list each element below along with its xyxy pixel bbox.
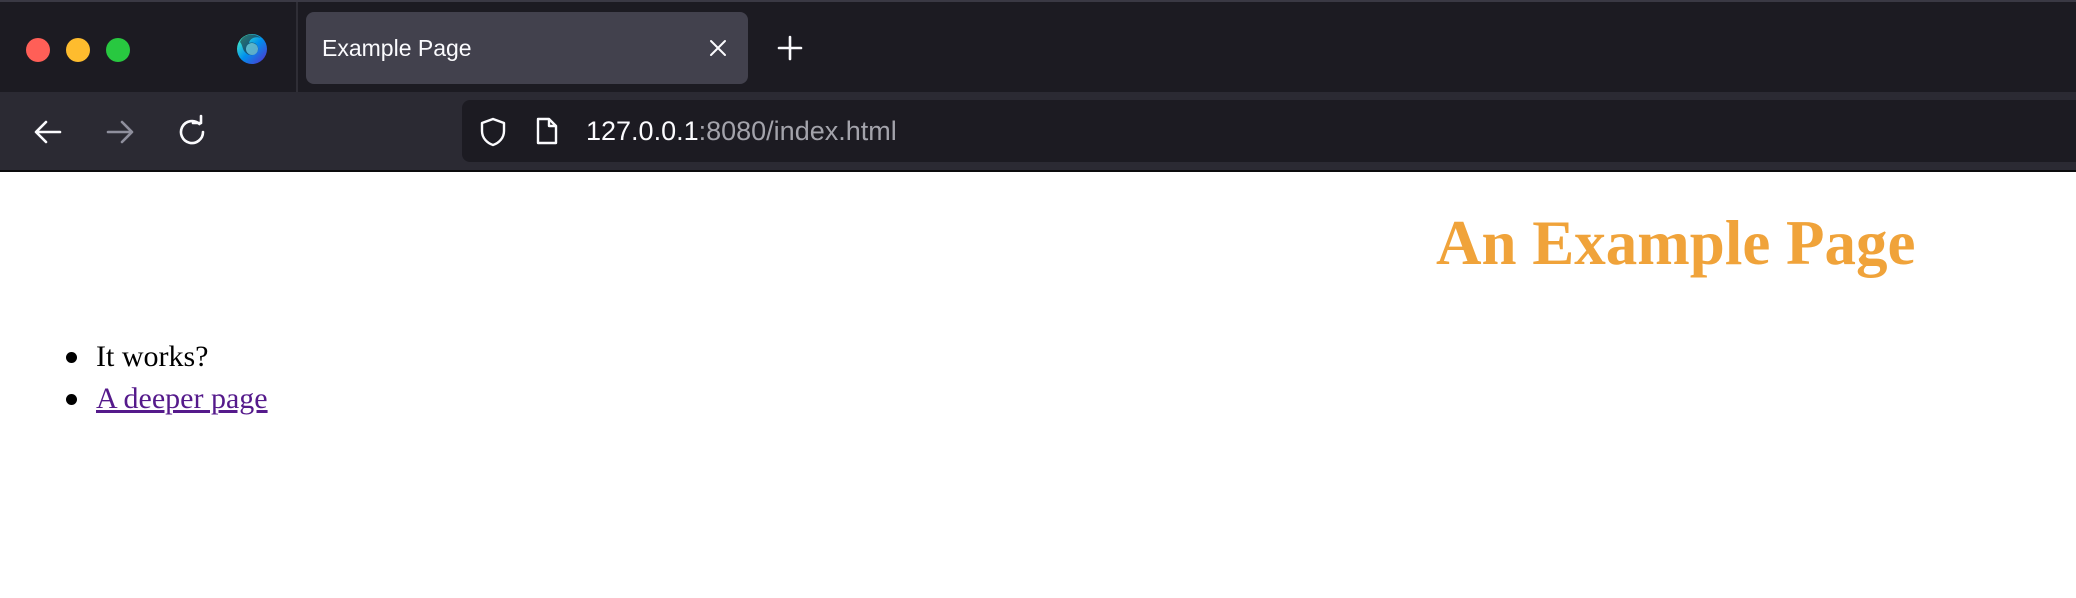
list-item-text: It works?	[96, 340, 209, 373]
page-content: An Example Page It works? A deeper page	[0, 172, 2076, 598]
navigation-toolbar: 127.0.0.1:8080/index.html	[0, 92, 2076, 172]
arrow-left-icon[interactable]	[30, 114, 66, 150]
page-icon[interactable]	[534, 116, 560, 146]
window-minimize-button[interactable]	[66, 38, 90, 62]
url-host: 127.0.0.1	[586, 116, 699, 146]
plus-icon[interactable]	[774, 32, 806, 64]
url-path: :8080/index.html	[698, 116, 897, 146]
tab-divider	[296, 2, 298, 94]
close-icon[interactable]	[706, 36, 730, 60]
address-bar[interactable]: 127.0.0.1:8080/index.html	[462, 100, 2076, 162]
firefox-logo-icon[interactable]	[234, 30, 270, 66]
window-close-button[interactable]	[26, 38, 50, 62]
list-item: It works?	[56, 336, 268, 378]
tab-strip: Example Page	[0, 0, 2076, 94]
page-title: An Example Page	[1436, 208, 1916, 278]
arrow-right-icon[interactable]	[102, 114, 138, 150]
url-text[interactable]: 127.0.0.1:8080/index.html	[586, 100, 897, 162]
browser-window: Example Page 127.0.0.1:8080/index.html A…	[0, 0, 2076, 598]
deeper-page-link[interactable]: A deeper page	[96, 382, 268, 415]
reload-icon[interactable]	[174, 114, 210, 150]
page-list: It works? A deeper page	[56, 336, 268, 420]
tab-example-page[interactable]: Example Page	[306, 12, 748, 84]
tab-title: Example Page	[322, 35, 472, 61]
shield-icon[interactable]	[478, 116, 508, 148]
list-item: A deeper page	[56, 378, 268, 420]
window-maximize-button[interactable]	[106, 38, 130, 62]
